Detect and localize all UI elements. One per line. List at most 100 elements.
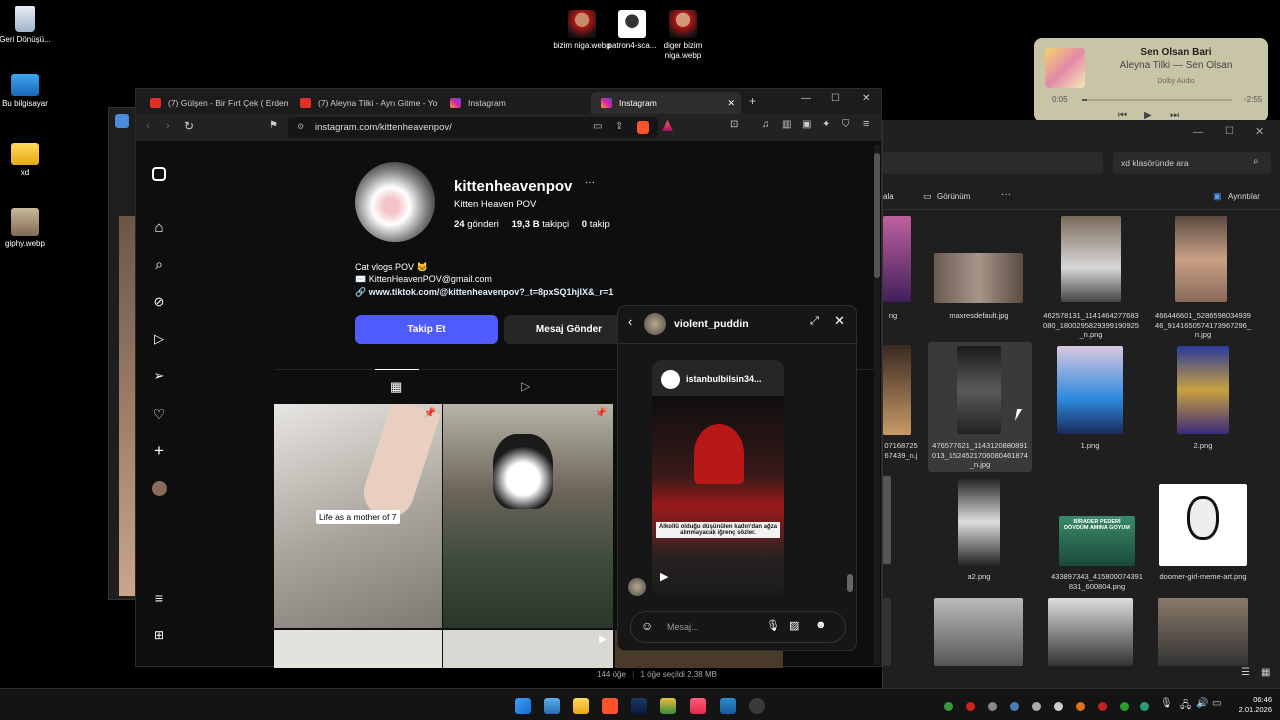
more-options-icon[interactable]: ··· — [1001, 189, 1011, 200]
tab-instagram-active[interactable]: Instagram ✕ — [591, 92, 741, 114]
home-icon[interactable]: ⌂ — [146, 214, 172, 240]
chat-username[interactable]: violent_puddin — [674, 318, 749, 330]
file-explorer-icon[interactable] — [573, 698, 589, 714]
view-button[interactable]: Görünüm — [937, 192, 970, 201]
file-thumbnail[interactable] — [934, 598, 1023, 666]
forward-icon[interactable]: › — [166, 120, 170, 132]
toolbar-sort-label[interactable]: ala — [883, 192, 894, 201]
clock[interactable]: 06:46 2.01.2026 — [1228, 695, 1272, 715]
desktop-icon-folder-xd[interactable]: xd — [0, 143, 60, 178]
address-bar[interactable] — [883, 152, 1103, 174]
file-thumbnail[interactable] — [1048, 598, 1133, 666]
message-input[interactable]: ☺ Mesaj... 🎙 ▨ ☻ — [630, 611, 846, 643]
close-icon[interactable]: ✕ — [834, 313, 845, 329]
followers-stat[interactable]: 19,3 B takipçi — [512, 219, 572, 230]
large-icons-view-icon[interactable]: ▦ — [1261, 667, 1270, 678]
post-thumbnail[interactable] — [274, 630, 442, 668]
brave-browser-icon[interactable] — [602, 698, 618, 714]
meta-apps-icon[interactable]: ⊞ — [146, 622, 172, 648]
bio-link[interactable]: 🔗 www.tiktok.com/@kittenheavenpov?_t=8px… — [355, 287, 613, 298]
more-menu-icon[interactable]: ≡ — [146, 585, 172, 611]
site-info-icon[interactable]: ⚙ — [297, 122, 304, 131]
tray-app-icon[interactable] — [1120, 702, 1129, 711]
file-thumbnail[interactable] — [1159, 484, 1247, 566]
reload-icon[interactable]: ↻ — [184, 119, 194, 133]
file-thumbnail[interactable] — [1175, 216, 1227, 302]
direct-message-window[interactable]: ‹ violent_puddin ⤢ ✕ istanbulbilsin34...… — [617, 305, 858, 651]
profile-avatar[interactable] — [355, 162, 435, 242]
file-thumbnail[interactable] — [957, 346, 1001, 434]
following-stat[interactable]: 0 takip — [582, 219, 610, 230]
file-thumbnail[interactable] — [883, 216, 911, 302]
game-app-icon[interactable] — [660, 698, 676, 714]
close-icon[interactable]: ✕ — [862, 93, 870, 104]
tray-app-icon[interactable] — [1098, 702, 1107, 711]
back-icon[interactable]: ‹ — [628, 314, 632, 329]
chat-scrollbar[interactable] — [847, 346, 853, 600]
profile-avatar-icon[interactable] — [146, 475, 172, 501]
minimize-icon[interactable]: — — [801, 93, 811, 104]
notifications-icon[interactable]: ♡ — [146, 401, 172, 427]
new-tab-icon[interactable]: + — [749, 94, 756, 108]
progress-bar[interactable] — [1082, 99, 1232, 101]
steam-icon[interactable] — [631, 698, 647, 714]
file-thumbnail[interactable] — [1158, 598, 1248, 666]
post-thumbnail[interactable]: 📌 — [443, 404, 613, 628]
tray-app-icon[interactable] — [988, 702, 997, 711]
page-scrollbar[interactable] — [874, 145, 880, 665]
close-icon[interactable]: ✕ — [1255, 125, 1264, 138]
instagram-logo-icon[interactable] — [146, 161, 172, 187]
file-explorer-window[interactable]: — ☐ ✕ xd klasöründe ara ⌕ ala ▭ Görünüm … — [882, 120, 1280, 688]
battery-icon[interactable]: ▭ — [1212, 698, 1221, 709]
microphone-icon[interactable]: 🎙 — [1160, 698, 1173, 709]
scrollbar-thumb[interactable] — [874, 153, 880, 278]
messages-icon[interactable]: ➢ — [146, 363, 172, 389]
tray-app-icon[interactable] — [966, 702, 975, 711]
details-button[interactable]: Ayrıntılar — [1228, 192, 1260, 201]
tray-app-icon[interactable] — [1054, 702, 1063, 711]
desktop-icon-giphy[interactable]: giphy.webp — [0, 208, 60, 249]
store-app-icon[interactable] — [720, 698, 736, 714]
file-thumbnail[interactable] — [1057, 346, 1123, 434]
menu-icon[interactable]: ≡ — [863, 118, 869, 130]
emoji-icon[interactable]: ☺ — [641, 619, 653, 633]
wallet-icon[interactable]: ▣ — [802, 119, 811, 130]
maximize-icon[interactable]: ☐ — [1225, 126, 1234, 137]
volume-icon[interactable]: 🔊 — [1196, 698, 1208, 709]
image-upload-icon[interactable]: ▨ — [789, 619, 799, 632]
tray-app-icon[interactable] — [1140, 702, 1149, 711]
sidebar-icon[interactable]: ▥ — [782, 119, 791, 130]
desktop-icon-this-pc[interactable]: Bu bilgisayar — [0, 74, 60, 109]
share-icon[interactable]: ⇪ — [615, 121, 623, 132]
follow-button[interactable]: Takip Et — [355, 315, 498, 344]
minimize-icon[interactable]: — — [1193, 127, 1203, 138]
file-thumbnail[interactable] — [1061, 216, 1121, 302]
file-thumbnail[interactable] — [883, 476, 891, 564]
details-view-icon[interactable]: ☰ — [1241, 667, 1250, 678]
file-thumbnail[interactable] — [958, 478, 1000, 566]
photos-app-icon[interactable] — [544, 698, 560, 714]
close-tab-icon[interactable]: ✕ — [727, 92, 735, 114]
steam-tray-icon[interactable] — [1010, 702, 1019, 711]
media-player-widget[interactable]: Sen Olsan Bari Aleyna Tilki — Sen Olsan … — [1034, 38, 1268, 122]
tab-instagram-1[interactable]: Instagram — [440, 92, 588, 114]
tray-app-icon[interactable] — [1076, 702, 1085, 711]
network-icon[interactable]: 🖧 — [1180, 698, 1191, 715]
reels-icon[interactable]: ▷ — [146, 326, 172, 352]
bookmark-icon[interactable]: ⚑ — [269, 120, 278, 131]
vpn-icon[interactable]: ⛉ — [842, 119, 850, 130]
sticker-icon[interactable]: ☻ — [815, 619, 827, 631]
reels-tab-icon[interactable]: ▷ — [521, 379, 530, 393]
create-icon[interactable]: + — [146, 438, 172, 464]
desktop-icon-diger-bizim-niga[interactable]: diger bizim niga.webp — [648, 10, 718, 61]
profile-options-button[interactable]: ··· — [585, 177, 595, 188]
posts-grid-icon[interactable]: ▦ — [390, 379, 402, 395]
file-thumbnail[interactable]: BİRADER PEDERİ DÖVDÜM AMINA GOYUM — [1059, 516, 1135, 566]
search-icon[interactable]: ⌕ — [146, 251, 172, 277]
desktop-icon-recycle-bin[interactable]: Geri Dönüşü... — [0, 6, 60, 45]
file-thumbnail[interactable] — [934, 253, 1023, 303]
media-icon[interactable]: ♫ — [762, 119, 770, 130]
expand-icon[interactable]: ⤢ — [810, 315, 819, 328]
post-thumbnail[interactable]: ▶ — [443, 630, 613, 668]
post-thumbnail[interactable]: Life as a mother of 7 📌 — [274, 404, 442, 628]
